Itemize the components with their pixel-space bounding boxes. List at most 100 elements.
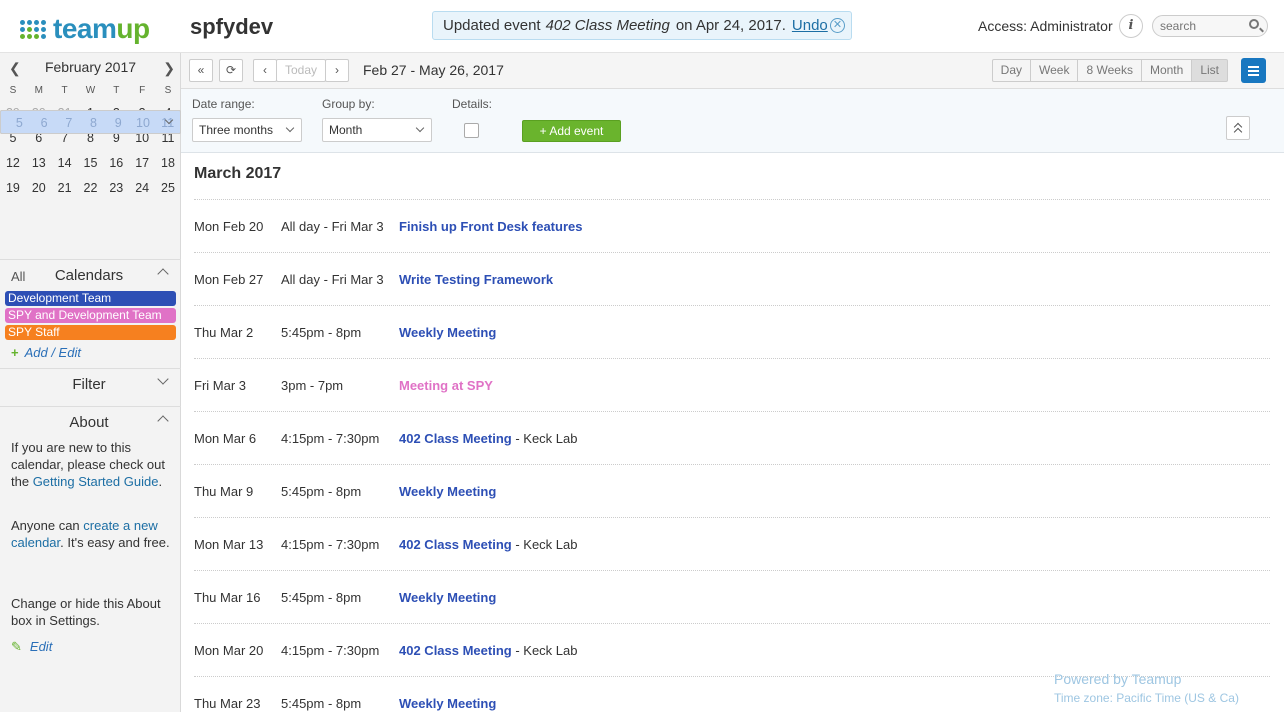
- weekday-label: S: [9, 85, 17, 96]
- mini-calendar-day[interactable]: 10: [131, 111, 156, 133]
- mini-calendar-grid: SMTWTFS293031123456789101112131415161718…: [0, 81, 181, 201]
- mini-calendar-day[interactable]: 8: [81, 111, 106, 133]
- about-title: About: [69, 414, 109, 431]
- refresh-icon[interactable]: ⟳: [219, 59, 243, 82]
- view-month-button[interactable]: Month: [1141, 59, 1193, 82]
- date-range-label: Date range:: [192, 97, 255, 111]
- event-title[interactable]: Write Testing Framework: [399, 272, 553, 287]
- mini-calendar-day[interactable]: 25: [155, 176, 181, 201]
- mini-calendar-day[interactable]: 9: [106, 111, 131, 133]
- date-range-select[interactable]: Three months: [192, 118, 302, 142]
- back-to-start-icon[interactable]: «: [189, 59, 213, 82]
- calendar-chip-spy-and-development-team[interactable]: SPY and Development Team: [5, 308, 176, 323]
- filter-title: Filter: [72, 376, 106, 393]
- about-section-header[interactable]: About: [0, 406, 181, 436]
- details-checkbox[interactable]: [464, 123, 479, 138]
- next-range-icon[interactable]: ›: [325, 59, 349, 82]
- list-options-bar: Date range: Three months Group by: Month…: [181, 89, 1284, 153]
- event-title-block: 402 Class Meeting - Keck Lab: [399, 643, 577, 658]
- mini-calendar-day[interactable]: 13: [26, 151, 52, 176]
- group-by-label: Group by:: [322, 97, 375, 111]
- group-by-select[interactable]: Month: [322, 118, 432, 142]
- mini-calendar-day[interactable]: 22: [78, 176, 104, 201]
- event-time: 4:15pm - 7:30pm: [281, 431, 380, 446]
- pencil-icon: ✎: [11, 639, 22, 654]
- mini-calendar-day[interactable]: 12: [0, 151, 26, 176]
- next-month-icon[interactable]: ❯: [163, 60, 175, 77]
- mini-calendar-day[interactable]: 19: [0, 176, 26, 201]
- event-row[interactable]: Mon Mar 13 4:15pm - 7:30pm 402 Class Meeti…: [194, 537, 1270, 557]
- mini-calendar-day[interactable]: 24: [129, 176, 155, 201]
- list-divider: [194, 517, 1270, 518]
- calendar-chip-spy-staff[interactable]: SPY Staff: [5, 325, 176, 340]
- prev-range-icon[interactable]: ‹: [253, 59, 277, 82]
- calendars-section-header[interactable]: All Calendars: [0, 259, 181, 289]
- mini-calendar-header: ❮ February 2017 ❯: [0, 57, 181, 79]
- event-row[interactable]: Thu Mar 16 5:45pm - 8pm Weekly Meeting: [194, 590, 1270, 610]
- mini-calendar-day[interactable]: 6: [32, 111, 57, 133]
- event-row[interactable]: Mon Feb 27 All day - Fri Mar 3 Write Testi…: [194, 272, 1270, 292]
- filter-section-header[interactable]: Filter: [0, 368, 181, 398]
- notice-prefix: Updated event: [443, 17, 541, 34]
- search-icon[interactable]: [1249, 19, 1259, 29]
- event-row[interactable]: Thu Mar 2 5:45pm - 8pm Weekly Meeting: [194, 325, 1270, 345]
- powered-by-link[interactable]: Powered by Teamup: [1054, 671, 1181, 687]
- search-input[interactable]: [1153, 16, 1243, 36]
- event-row[interactable]: Thu Mar 9 5:45pm - 8pm Weekly Meeting: [194, 484, 1270, 504]
- mini-calendar-month: February 2017: [44, 59, 137, 75]
- getting-started-link[interactable]: Getting Started Guide: [33, 474, 159, 489]
- event-row[interactable]: Fri Mar 3 3pm - 7pm Meeting at SPY: [194, 378, 1270, 398]
- menu-icon[interactable]: [1241, 58, 1266, 83]
- edit-about-link[interactable]: ✎ Edit: [11, 639, 52, 655]
- undo-link[interactable]: Undo: [792, 17, 828, 34]
- info-icon[interactable]: i: [1119, 14, 1143, 38]
- mini-calendar-day[interactable]: 7: [56, 111, 81, 133]
- mini-calendar-day[interactable]: 23: [103, 176, 129, 201]
- search-box[interactable]: [1152, 15, 1268, 37]
- about-paragraph-settings: Change or hide this About box in Setting…: [11, 596, 161, 628]
- view-week-button[interactable]: Week: [1031, 59, 1079, 82]
- today-button[interactable]: Today: [276, 59, 326, 82]
- event-title[interactable]: Meeting at SPY: [399, 378, 493, 393]
- about-paragraph-create: Anyone can create a new calendar. It's e…: [11, 518, 170, 550]
- list-divider: [194, 623, 1270, 624]
- event-title[interactable]: Finish up Front Desk features: [399, 219, 582, 234]
- collapse-options-icon[interactable]: [1226, 116, 1250, 140]
- event-title[interactable]: 402 Class Meeting: [399, 431, 512, 446]
- add-event-button[interactable]: + Add event: [522, 120, 621, 142]
- mini-calendar-day[interactable]: 20: [26, 176, 52, 201]
- view-list-button[interactable]: List: [1192, 59, 1228, 82]
- mini-calendar-day[interactable]: 21: [52, 176, 78, 201]
- event-title-block: Weekly Meeting: [399, 484, 496, 499]
- event-date: Mon Mar 20: [194, 643, 264, 658]
- mini-calendar-day[interactable]: 5: [7, 111, 32, 133]
- event-date: Thu Mar 2: [194, 325, 254, 340]
- logo-text: teamup: [53, 13, 150, 44]
- teamup-logo[interactable]: teamup: [20, 13, 150, 45]
- weekday-label: T: [61, 85, 68, 96]
- mini-calendar-day[interactable]: 14: [52, 151, 78, 176]
- list-divider: [194, 570, 1270, 571]
- mini-calendar-day[interactable]: 11: [155, 111, 180, 133]
- calendars-title: Calendars: [54, 267, 124, 284]
- event-title[interactable]: Weekly Meeting: [399, 484, 496, 499]
- event-title[interactable]: Weekly Meeting: [399, 590, 496, 605]
- event-title[interactable]: Weekly Meeting: [399, 325, 496, 340]
- mini-calendar-day[interactable]: 18: [155, 151, 181, 176]
- event-title[interactable]: 402 Class Meeting: [399, 643, 512, 658]
- view-8weeks-button[interactable]: 8 Weeks: [1078, 59, 1142, 82]
- close-notice-icon[interactable]: ✕: [830, 18, 845, 33]
- event-row[interactable]: Mon Feb 20 All day - Fri Mar 3 Finish up F…: [194, 219, 1270, 239]
- add-edit-calendars-link[interactable]: + Add / Edit: [11, 345, 81, 360]
- mini-calendar-day[interactable]: 15: [78, 151, 104, 176]
- mini-calendar-day[interactable]: 17: [129, 151, 155, 176]
- mini-calendar-day[interactable]: 16: [103, 151, 129, 176]
- calendar-chip-development-team[interactable]: Development Team: [5, 291, 176, 306]
- event-title[interactable]: Weekly Meeting: [399, 696, 496, 711]
- event-row[interactable]: Mon Mar 20 4:15pm - 7:30pm 402 Class Meeti…: [194, 643, 1270, 663]
- event-row[interactable]: Mon Mar 6 4:15pm - 7:30pm 402 Class Meetin…: [194, 431, 1270, 451]
- event-time: 4:15pm - 7:30pm: [281, 537, 380, 552]
- event-time: All day - Fri Mar 3: [281, 272, 384, 287]
- event-title[interactable]: 402 Class Meeting: [399, 537, 512, 552]
- view-day-button[interactable]: Day: [991, 59, 1032, 82]
